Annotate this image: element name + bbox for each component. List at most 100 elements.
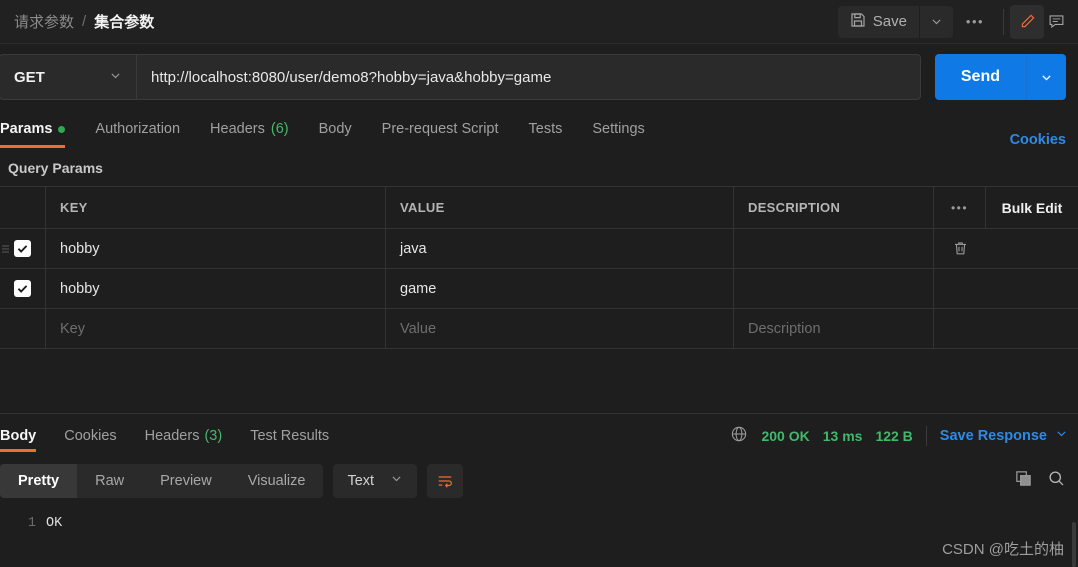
- copy-icon: [1016, 470, 1031, 486]
- tab-headers-label: Headers: [210, 121, 265, 137]
- trash-icon: [954, 242, 966, 255]
- row-key[interactable]: hobby: [46, 229, 386, 268]
- query-params-title: Query Params: [8, 160, 103, 176]
- row-spacer: [986, 309, 1078, 348]
- response-size: 122 B: [875, 427, 913, 444]
- chevron-down-icon: [1042, 74, 1051, 80]
- tab-authorization[interactable]: Authorization: [80, 110, 195, 148]
- row-description[interactable]: [734, 269, 934, 308]
- response-tab-headers-label: Headers: [144, 427, 200, 444]
- save-group: Save: [837, 5, 953, 38]
- response-scrollbar[interactable]: [1072, 521, 1076, 567]
- word-wrap-icon: [438, 475, 452, 488]
- row-actions: [934, 269, 986, 308]
- header-check-cell: [0, 187, 46, 228]
- response-tabs: Body Cookies Headers (3) Test Results 20…: [0, 414, 1078, 458]
- globe-icon[interactable]: [730, 425, 748, 446]
- table-options-button[interactable]: •••: [934, 187, 986, 228]
- save-button-label: Save: [872, 13, 907, 30]
- bulk-edit-button[interactable]: Bulk Edit: [986, 187, 1078, 228]
- query-params-table: KEY VALUE DESCRIPTION ••• Bulk Edit hobb…: [0, 186, 1078, 349]
- response-tab-test-results[interactable]: Test Results: [236, 414, 343, 458]
- url-input[interactable]: http://localhost:8080/user/demo8?hobby=j…: [137, 54, 921, 100]
- copy-button[interactable]: [1014, 469, 1033, 493]
- response-tab-body-label: Body: [0, 427, 37, 444]
- row-key[interactable]: hobby: [46, 269, 386, 308]
- save-button[interactable]: Save: [838, 6, 919, 38]
- row-value[interactable]: java: [386, 229, 734, 268]
- breadcrumb: 请求参数 / 集合参数: [14, 11, 154, 32]
- response-body-content[interactable]: OK: [46, 504, 1078, 567]
- row-checkbox[interactable]: [14, 240, 31, 257]
- tab-pre-request-script[interactable]: Pre-request Script: [367, 110, 514, 148]
- response-tab-cookies[interactable]: Cookies: [50, 414, 130, 458]
- check-icon: [17, 285, 28, 293]
- response-tab-headers[interactable]: Headers (3): [131, 414, 237, 458]
- send-button[interactable]: Send: [934, 54, 1026, 100]
- table-header-row: KEY VALUE DESCRIPTION ••• Bulk Edit: [0, 187, 1078, 229]
- send-dropdown-button[interactable]: [1026, 54, 1066, 100]
- response-view-modes: Pretty Raw Preview Visualize: [0, 463, 324, 498]
- comment-button[interactable]: [1044, 5, 1078, 39]
- view-mode-preview[interactable]: Preview: [142, 464, 230, 498]
- view-mode-pretty[interactable]: Pretty: [0, 463, 78, 498]
- status-code: 200 OK: [761, 427, 810, 444]
- response-tab-headers-count: (3): [204, 427, 223, 444]
- row-checkbox-cell: [0, 269, 46, 308]
- watermark: CSDN @吃土的柚: [942, 541, 1064, 558]
- word-wrap-button[interactable]: [427, 463, 464, 498]
- tab-body-label: Body: [318, 121, 352, 137]
- top-bar-actions: Save •••: [837, 0, 1078, 43]
- content-type-label: Text: [347, 472, 375, 489]
- edit-pencil-button[interactable]: [1010, 4, 1044, 39]
- tab-params[interactable]: Params: [0, 110, 80, 148]
- view-mode-visualize[interactable]: Visualize: [230, 464, 324, 498]
- drag-handle-icon[interactable]: [2, 245, 9, 252]
- more-options-button[interactable]: •••: [953, 6, 997, 38]
- tab-tests-label: Tests: [528, 121, 563, 137]
- params-modified-dot: [58, 125, 66, 133]
- check-icon: [17, 245, 28, 253]
- row-checkbox-cell: [0, 229, 46, 268]
- response-tools: [1014, 469, 1066, 493]
- header-key: KEY: [46, 187, 386, 228]
- row-checkbox[interactable]: [14, 280, 31, 297]
- header-value: VALUE: [386, 187, 734, 228]
- comment-icon: [1049, 15, 1063, 29]
- response-tab-test-results-label: Test Results: [250, 427, 330, 444]
- view-mode-raw[interactable]: Raw: [77, 464, 142, 498]
- breadcrumb-separator: /: [82, 13, 87, 30]
- cookies-link[interactable]: Cookies: [1010, 132, 1078, 148]
- chevron-down-icon: [109, 69, 122, 86]
- search-button[interactable]: [1047, 469, 1066, 493]
- new-row-value-input[interactable]: Value: [386, 309, 734, 348]
- request-tabs: Params Authorization Headers (6) Body Pr…: [0, 110, 1078, 148]
- tab-headers-count: (6): [270, 121, 289, 137]
- search-icon: [1049, 470, 1064, 485]
- response-tab-body[interactable]: Body: [0, 414, 50, 458]
- row-checkbox-cell: [0, 309, 46, 348]
- response-time: 13 ms: [822, 427, 863, 444]
- tab-body[interactable]: Body: [304, 110, 367, 148]
- tab-settings-label: Settings: [592, 121, 645, 137]
- method-selector[interactable]: GET: [0, 54, 137, 100]
- breadcrumb-parent[interactable]: 请求参数: [14, 11, 74, 32]
- line-number-gutter: 1: [27, 515, 36, 531]
- tab-pre-request-script-label: Pre-request Script: [381, 121, 499, 137]
- content-type-selector[interactable]: Text: [333, 463, 418, 498]
- row-delete-button[interactable]: [934, 229, 986, 268]
- tab-headers[interactable]: Headers (6): [195, 110, 304, 148]
- send-group: Send: [934, 54, 1066, 100]
- new-row-description-input[interactable]: Description: [734, 309, 934, 348]
- chevron-down-icon: [390, 472, 403, 489]
- row-spacer: [986, 269, 1078, 308]
- row-value[interactable]: game: [386, 269, 734, 308]
- tab-settings[interactable]: Settings: [577, 110, 659, 148]
- tab-tests[interactable]: Tests: [514, 110, 578, 148]
- new-row-key-input[interactable]: Key: [46, 309, 386, 348]
- tab-authorization-label: Authorization: [95, 121, 181, 137]
- save-response-label: Save Response: [939, 427, 1047, 444]
- row-description[interactable]: [734, 229, 934, 268]
- save-dropdown-button[interactable]: [919, 5, 953, 38]
- save-response-button[interactable]: Save Response: [940, 427, 1068, 444]
